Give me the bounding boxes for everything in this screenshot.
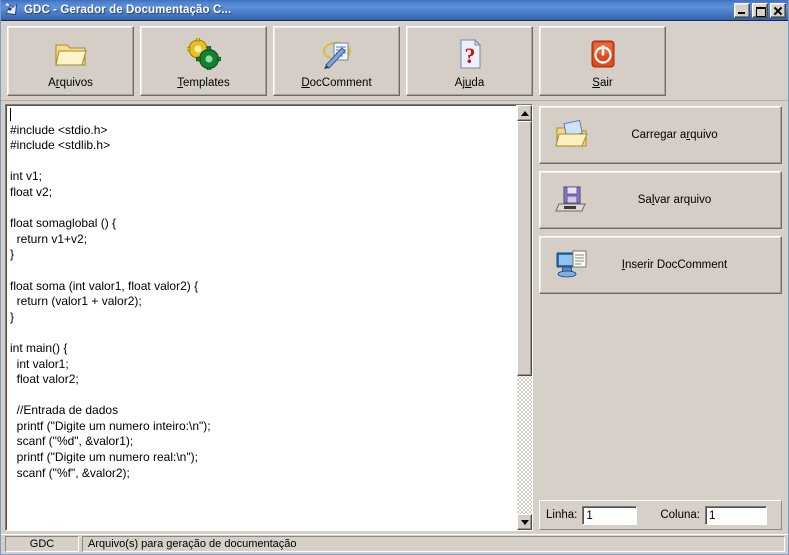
side-panel: Carregar arquivo Salvar arquivo Inserir …	[537, 101, 784, 534]
title-bar[interactable]: GDC - Gerador de Documentação C...	[1, 0, 788, 21]
help-question-icon: ?	[455, 37, 485, 71]
salvar-arquivo-label: Salvar arquivo	[637, 194, 712, 206]
code-editor-textarea[interactable]: #include <stdio.h> #include <stdlib.h> i…	[6, 105, 516, 530]
open-folder-icon	[554, 118, 590, 152]
main-toolbar: Arquivos Templates DocComment ? Ajuda Sa…	[1, 21, 788, 101]
scroll-up-arrow[interactable]	[517, 105, 532, 121]
inserir-doccomment-button[interactable]: Inserir DocComment	[539, 236, 782, 294]
inserir-doccomment-label: Inserir DocComment	[621, 259, 728, 271]
toolbar-button-templates-label: Templates	[177, 77, 230, 89]
carregar-arquivo-label: Carregar arquivo	[631, 129, 718, 141]
power-exit-icon	[588, 37, 618, 71]
status-bar: GDC Arquivo(s) para geração de documenta…	[1, 534, 788, 554]
svg-text:?: ?	[464, 43, 475, 68]
scroll-down-arrow[interactable]	[517, 514, 532, 530]
toolbar-button-templates[interactable]: Templates	[140, 26, 267, 96]
linha-input[interactable]	[582, 505, 638, 525]
toolbar-button-doccomment[interactable]: DocComment	[273, 26, 400, 96]
cursor-position-panel: Linha: Coluna:	[539, 500, 782, 530]
window-title: GDC - Gerador de Documentação C...	[24, 4, 232, 16]
gears-icon	[186, 37, 221, 71]
app-icon	[4, 2, 20, 18]
insert-doccomment-icon	[554, 248, 590, 282]
toolbar-button-arquivos[interactable]: Arquivos	[7, 26, 134, 96]
text-caret	[10, 108, 11, 121]
scroll-thumb[interactable]	[517, 121, 532, 376]
main-content: #include <stdio.h> #include <stdlib.h> i…	[1, 101, 788, 534]
editor-vertical-scrollbar[interactable]	[516, 105, 532, 530]
toolbar-button-doccomment-label: DocComment	[301, 77, 372, 89]
scrollbar-track[interactable]	[517, 121, 532, 514]
maximize-icon[interactable]	[752, 2, 768, 18]
coluna-label: Coluna:	[660, 509, 700, 521]
toolbar-button-sair[interactable]: Sair	[539, 26, 666, 96]
carregar-arquivo-button[interactable]: Carregar arquivo	[539, 106, 782, 164]
folder-icon	[54, 37, 88, 71]
status-app-name: GDC	[5, 536, 79, 552]
status-message: Arquivo(s) para geração de documentação	[82, 536, 785, 552]
minimize-icon[interactable]	[734, 2, 750, 18]
salvar-arquivo-button[interactable]: Salvar arquivo	[539, 171, 782, 229]
toolbar-button-ajuda[interactable]: ? Ajuda	[406, 26, 533, 96]
toolbar-button-ajuda-label: Ajuda	[454, 77, 485, 89]
linha-label: Linha:	[546, 509, 578, 521]
coluna-input[interactable]	[704, 505, 767, 525]
code-editor-panel: #include <stdio.h> #include <stdlib.h> i…	[5, 104, 533, 531]
application-window: GDC - Gerador de Documentação C... Arqui…	[0, 0, 789, 555]
side-panel-spacer	[539, 301, 782, 500]
close-icon[interactable]	[770, 2, 786, 18]
window-controls	[734, 2, 786, 18]
save-disk-icon	[554, 183, 590, 217]
document-pencil-icon	[320, 37, 354, 71]
toolbar-button-arquivos-label: Arquivos	[48, 77, 93, 89]
toolbar-button-sair-label: Sair	[592, 77, 613, 89]
